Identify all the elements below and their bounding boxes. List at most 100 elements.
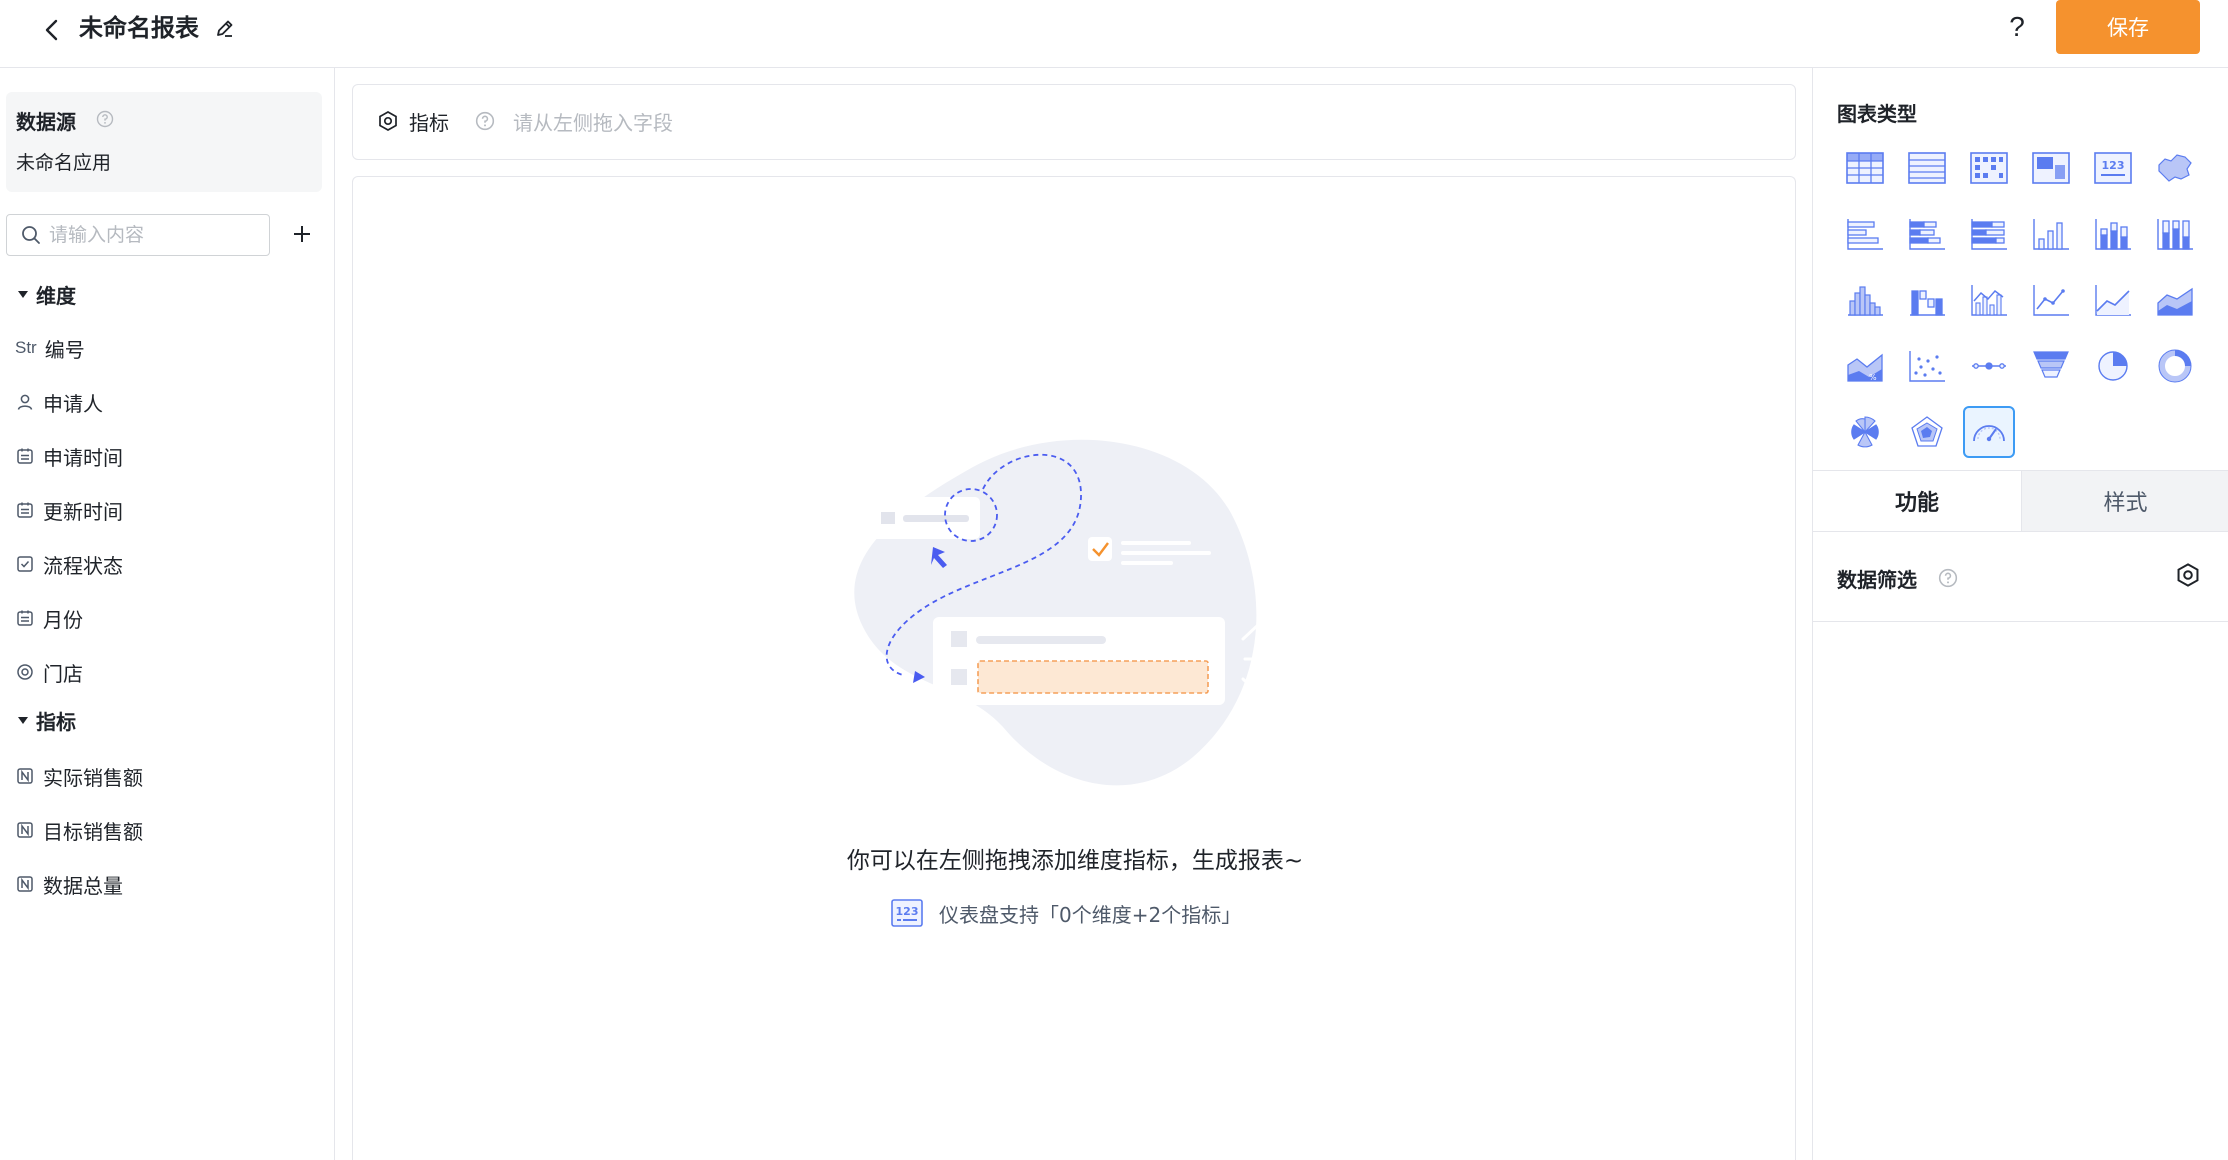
detail-table-icon <box>1908 152 1946 184</box>
top-bar: 未命名报表 ? 保存 <box>0 0 2228 68</box>
help-circle-icon[interactable] <box>475 111 495 131</box>
number-card-icon: 123 <box>2094 152 2132 184</box>
metric-drop-zone[interactable]: 指标 请从左侧拖入字段 <box>352 84 1796 160</box>
chart-type-stacked-column[interactable] <box>2087 208 2139 260</box>
help-button[interactable]: ? <box>2000 10 2034 44</box>
chart-type-rose[interactable] <box>1839 406 1891 458</box>
chart-type-stacked-bar[interactable] <box>1901 208 1953 260</box>
search-icon <box>22 226 40 244</box>
line-icon <box>2033 285 2069 316</box>
waterfall-icon <box>1910 290 1945 316</box>
help-circle-icon[interactable] <box>96 110 114 128</box>
empty-state-illustration <box>854 439 1267 786</box>
chart-type-bar[interactable] <box>1839 208 1891 260</box>
stacked-bar-icon <box>1909 219 1945 250</box>
chart-type-histogram[interactable] <box>1839 274 1891 326</box>
chart-type-number-card[interactable]: 123 <box>2087 142 2139 194</box>
chart-type-title: 图表类型 <box>1837 102 1917 126</box>
field-label: 申请人 <box>43 391 103 416</box>
chart-type-cross-table[interactable] <box>2025 142 2077 194</box>
datasource-card[interactable]: 数据源 未命名应用 <box>6 92 322 192</box>
dimension-item-flow-status[interactable]: 流程状态 <box>15 548 123 580</box>
chart-type-map[interactable] <box>2149 142 2201 194</box>
chart-type-combo[interactable] <box>1963 274 2015 326</box>
chart-type-area-line[interactable] <box>2087 274 2139 326</box>
chart-type-funnel[interactable] <box>2025 340 2077 392</box>
chart-type-radar[interactable] <box>1901 406 1953 458</box>
edit-title-button[interactable] <box>212 14 238 42</box>
dimension-item-applicant[interactable]: 申请人 <box>15 386 103 418</box>
percent-column-icon <box>2157 219 2193 250</box>
chart-type-scatter[interactable] <box>1901 340 1953 392</box>
chart-type-waterfall[interactable] <box>1901 274 1953 326</box>
dimension-item-apply-time[interactable]: 申请时间 <box>15 440 123 472</box>
combo-icon <box>1971 285 2007 316</box>
field-search[interactable] <box>6 214 270 256</box>
tab-function[interactable]: 功能 <box>1813 471 2021 531</box>
dimensions-title: 维度 <box>36 284 76 308</box>
empty-state-hint: 123 仪表盘支持「0个维度+2个指标」 <box>891 897 1241 929</box>
dimension-item-store[interactable]: 门店 <box>15 656 83 688</box>
help-circle-icon[interactable] <box>1938 568 1958 588</box>
svg-text:123: 123 <box>2102 159 2125 172</box>
chart-type-timeline[interactable] <box>1963 340 2015 392</box>
field-label: 申请时间 <box>43 445 123 470</box>
calendar-icon <box>17 448 33 464</box>
metric-item-total-count[interactable]: 数据总量 <box>15 868 123 900</box>
tab-style[interactable]: 样式 <box>2021 471 2228 531</box>
chart-type-donut[interactable] <box>2149 340 2201 392</box>
chart-type-pivot-table[interactable] <box>1963 142 2015 194</box>
caret-down-icon <box>18 717 28 724</box>
dimension-item-update-time[interactable]: 更新时间 <box>15 494 123 526</box>
chart-type-table[interactable] <box>1839 142 1891 194</box>
chart-type-gauge[interactable] <box>1963 406 2015 458</box>
settings-hex-icon[interactable] <box>2175 562 2201 588</box>
datasource-title: 数据源 <box>16 110 76 134</box>
metric-item-target-sales[interactable]: 目标销售额 <box>15 814 143 846</box>
histogram-icon <box>1848 286 1883 316</box>
field-label: 流程状态 <box>43 553 123 578</box>
field-label: 月份 <box>43 607 83 632</box>
funnel-icon <box>2033 351 2069 378</box>
metric-item-actual-sales[interactable]: 实际销售额 <box>15 760 143 792</box>
glyph-text: 123 <box>896 905 919 918</box>
empty-state-hint-text: 仪表盘支持「0个维度+2个指标」 <box>939 902 1242 927</box>
config-panel: 图表类型 123 % 功能 样式 数据筛选 <box>1812 68 2228 1160</box>
calendar-icon <box>17 610 33 626</box>
timeline-icon <box>1972 362 2006 370</box>
str-tag: Str <box>15 338 37 357</box>
dimension-item-serial[interactable]: Str 编号 <box>15 332 85 364</box>
save-button[interactable]: 保存 <box>2056 0 2200 54</box>
chart-type-percent-column[interactable] <box>2149 208 2201 260</box>
chart-type-stacked-area[interactable] <box>2149 274 2201 326</box>
chart-type-detail-table[interactable] <box>1901 142 1953 194</box>
chart-type-column[interactable] <box>2025 208 2077 260</box>
radar-icon <box>1911 416 1943 447</box>
chart-type-percent-bar[interactable] <box>1963 208 2015 260</box>
empty-state-message: 你可以在左侧拖拽添加维度指标，生成报表~ <box>846 848 1304 874</box>
rose-icon <box>1851 416 1879 448</box>
user-icon <box>17 394 33 410</box>
dimension-item-month[interactable]: 月份 <box>15 602 83 634</box>
svg-text:%: % <box>1869 373 1877 382</box>
gauge-icon <box>1973 425 2005 442</box>
field-label: 目标销售额 <box>43 819 143 844</box>
number-card-icon: 123 <box>891 899 923 927</box>
chart-type-pie[interactable] <box>2087 340 2139 392</box>
cross-table-icon <box>2032 152 2070 184</box>
pencil-icon <box>217 20 233 37</box>
dimensions-group[interactable]: 维度 <box>18 280 76 309</box>
back-button[interactable] <box>36 14 68 46</box>
field-label: 数据总量 <box>43 873 123 898</box>
add-field-button[interactable] <box>286 218 318 250</box>
percent-bar-icon <box>1971 219 2007 250</box>
table-icon <box>1846 152 1884 184</box>
chart-canvas: 你可以在左侧拖拽添加维度指标，生成报表~ 123 仪表盘支持「0个维度+2个指标… <box>352 176 1796 1160</box>
radio-icon <box>17 664 33 680</box>
chart-type-line[interactable] <box>2025 274 2077 326</box>
stacked-column-icon <box>2095 219 2131 250</box>
chart-type-percent-area[interactable]: % <box>1839 340 1891 392</box>
metrics-group[interactable]: 指标 <box>18 706 76 735</box>
search-input[interactable] <box>49 224 259 246</box>
field-panel: 数据源 未命名应用 维度 Str 编号 申请人 <box>0 68 335 1160</box>
